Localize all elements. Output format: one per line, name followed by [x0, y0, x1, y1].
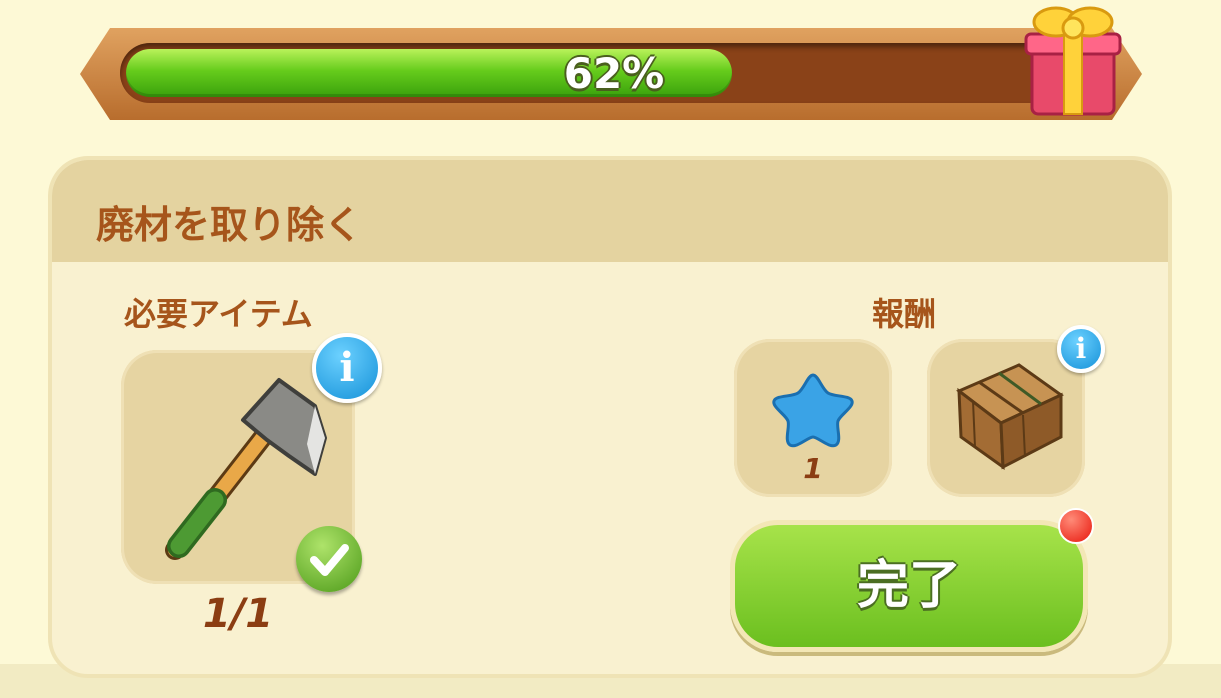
- quest-title: 廃材を取り除く: [96, 203, 363, 247]
- info-icon[interactable]: i: [1057, 325, 1105, 373]
- complete-button[interactable]: 完了: [730, 520, 1088, 652]
- gift-box-icon[interactable]: [1018, 0, 1128, 118]
- notification-dot: [1058, 508, 1094, 544]
- progress-percent: 62%: [563, 49, 665, 98]
- info-icon[interactable]: i: [312, 333, 382, 403]
- checkmark-icon: [296, 526, 362, 592]
- wooden-crate-icon: [956, 363, 1064, 471]
- reward-slot-star[interactable]: 1: [734, 339, 892, 497]
- required-item-count: 1/1: [202, 591, 274, 637]
- blue-star-icon: [772, 373, 854, 448]
- reward-amount: 1: [803, 452, 823, 485]
- required-items-label: 必要アイテム: [124, 295, 313, 333]
- complete-button-label: 完了: [856, 556, 961, 616]
- rewards-label: 報酬: [872, 295, 937, 333]
